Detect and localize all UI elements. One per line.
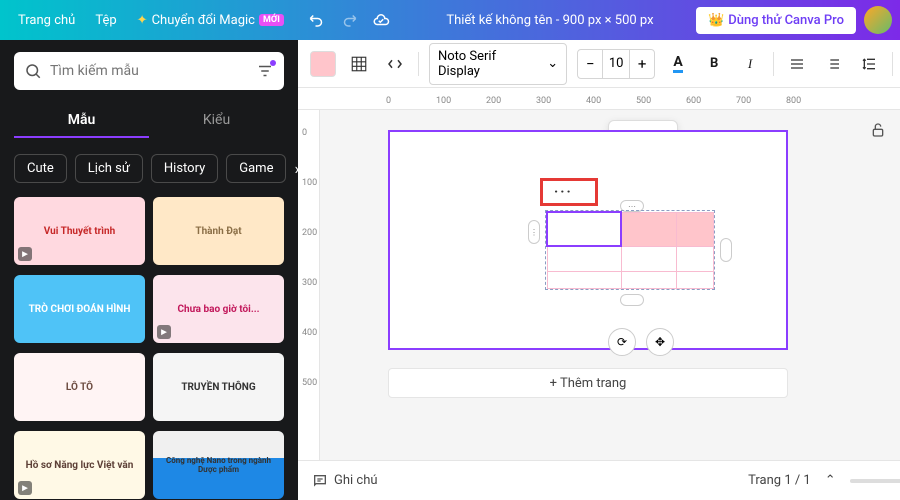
align-icon[interactable]	[784, 51, 810, 77]
editor-toolbar: Noto Serif Display ⌄ − 10 + A B I ✦Chuyể	[298, 40, 900, 88]
table-element[interactable]	[545, 210, 715, 290]
category-chips: Cute Lịch sử History Game ›	[14, 154, 284, 183]
tab-styles[interactable]: Kiểu	[149, 104, 284, 138]
undo-icon[interactable]	[308, 11, 326, 29]
template-item[interactable]: TRÒ CHƠI ĐOÁN HÌNH	[14, 275, 145, 343]
table-cell[interactable]	[621, 246, 677, 272]
play-icon: ▶	[18, 247, 32, 261]
table-cell[interactable]	[547, 212, 621, 246]
font-size-group: − 10 +	[577, 49, 655, 79]
magic-switch-menu[interactable]: ✦ Chuyển đổi Magic MỚI	[127, 13, 294, 28]
template-item[interactable]: Hồ sơ Năng lực Việt văn▶	[14, 431, 145, 499]
magic-label: Chuyển đổi Magic	[152, 13, 255, 28]
templates-sidebar: Mẫu Kiểu Cute Lịch sử History Game › Vui…	[0, 40, 298, 500]
list-icon[interactable]	[820, 51, 846, 77]
canvas-page[interactable]: ··· ⋮ ⋯ ⟳ ✥	[388, 130, 788, 350]
table-resize-right[interactable]	[720, 238, 732, 262]
bottom-bar: Ghi chú Trang 1 / 1 ⌃	[298, 460, 900, 500]
table-cell[interactable]	[621, 272, 677, 289]
table-action-buttons: ⟳ ✥	[608, 328, 674, 356]
template-grid: Vui Thuyết trình▶ Thành Đạt TRÒ CHƠI ĐOÁ…	[14, 197, 284, 500]
font-size-decrease[interactable]: −	[578, 50, 602, 78]
move-icon[interactable]: ✥	[646, 328, 674, 356]
table-resize-bottom[interactable]	[620, 294, 644, 306]
search-icon	[24, 62, 42, 80]
vertical-ruler: 0 100 200 300 400 500	[298, 110, 320, 500]
play-icon: ▶	[18, 481, 32, 495]
template-item[interactable]: Thành Đạt	[153, 197, 284, 265]
home-menu[interactable]: Trang chủ	[8, 13, 85, 28]
divider	[892, 52, 893, 76]
user-avatar[interactable]	[864, 6, 892, 34]
template-item[interactable]: TRUYỀN THÔNG	[153, 353, 284, 421]
try-pro-button[interactable]: 👑 Dùng thử Canva Pro	[696, 7, 856, 34]
new-badge: MỚI	[259, 14, 284, 26]
table-cell[interactable]	[547, 272, 621, 289]
template-item[interactable]: Công nghệ Nano trong ngành Dược phẩm	[153, 431, 284, 499]
template-item[interactable]: LÔ TÔ	[14, 353, 145, 421]
zoom-slider[interactable]	[850, 479, 900, 483]
lock-icon[interactable]	[866, 118, 890, 142]
table-cell[interactable]	[677, 272, 714, 289]
template-search[interactable]	[14, 52, 284, 90]
chip-game[interactable]: Game	[226, 154, 286, 183]
font-family-select[interactable]: Noto Serif Display ⌄	[429, 43, 567, 85]
italic-button[interactable]: I	[737, 51, 763, 77]
row-drag-handle[interactable]: ⋮	[528, 220, 540, 244]
font-size-value[interactable]: 10	[602, 50, 630, 78]
template-item[interactable]: Chưa bao giờ tôi...▶	[153, 275, 284, 343]
play-icon: ▶	[157, 325, 171, 339]
add-page-button[interactable]: + Thêm trang	[388, 368, 788, 398]
table-cell[interactable]	[547, 246, 621, 272]
notes-icon	[312, 473, 328, 489]
font-size-increase[interactable]: +	[630, 50, 654, 78]
page-actions	[866, 118, 900, 142]
line-spacing-icon[interactable]	[856, 51, 882, 77]
chevron-down-icon: ⌄	[547, 56, 558, 71]
search-filter-icon[interactable]	[256, 62, 274, 80]
redo-icon[interactable]	[340, 11, 358, 29]
fill-color-swatch[interactable]	[310, 51, 336, 77]
template-item[interactable]: Vui Thuyết trình▶	[14, 197, 145, 265]
table-cell[interactable]	[677, 212, 714, 246]
search-input[interactable]	[50, 63, 248, 79]
annotation-highlight	[540, 178, 598, 206]
table-cell[interactable]	[677, 246, 714, 272]
top-menu-bar: Trang chủ Tệp ✦ Chuyển đổi Magic MỚI Thi…	[0, 0, 900, 40]
notes-button[interactable]: Ghi chú	[312, 473, 378, 489]
border-style-icon[interactable]	[346, 51, 372, 77]
sync-icon[interactable]: ⟳	[608, 328, 636, 356]
spacing-icon[interactable]	[382, 51, 408, 77]
page-indicator[interactable]: Trang 1 / 1	[748, 473, 811, 488]
sidebar-tabs: Mẫu Kiểu	[14, 104, 284, 138]
chevron-up-icon[interactable]: ⌃	[825, 473, 836, 488]
file-menu[interactable]: Tệp	[85, 13, 126, 28]
chip-history-en[interactable]: History	[151, 154, 218, 183]
chip-history-vn[interactable]: Lịch sử	[75, 154, 143, 183]
horizontal-ruler: 0 100 200 300 400 500 600 700 800	[298, 88, 900, 110]
design-title[interactable]: Thiết kế không tên - 900 px × 500 px	[404, 13, 696, 28]
chip-cute[interactable]: Cute	[14, 154, 67, 183]
workspace[interactable]: 0 100 200 300 400 500 ··· ··· ⋮ ⋯	[298, 110, 900, 500]
cloud-sync-icon[interactable]	[372, 11, 390, 29]
divider	[418, 52, 419, 76]
canvas-area: ◀ Noto Serif Display ⌄ − 10 + A B I ✦Ch	[298, 40, 900, 500]
table-cell[interactable]	[621, 212, 677, 246]
text-color-icon[interactable]: A	[665, 51, 691, 77]
tab-templates[interactable]: Mẫu	[14, 104, 149, 138]
bold-button[interactable]: B	[701, 51, 727, 77]
divider	[773, 52, 774, 76]
pro-label: Dùng thử Canva Pro	[728, 13, 844, 28]
